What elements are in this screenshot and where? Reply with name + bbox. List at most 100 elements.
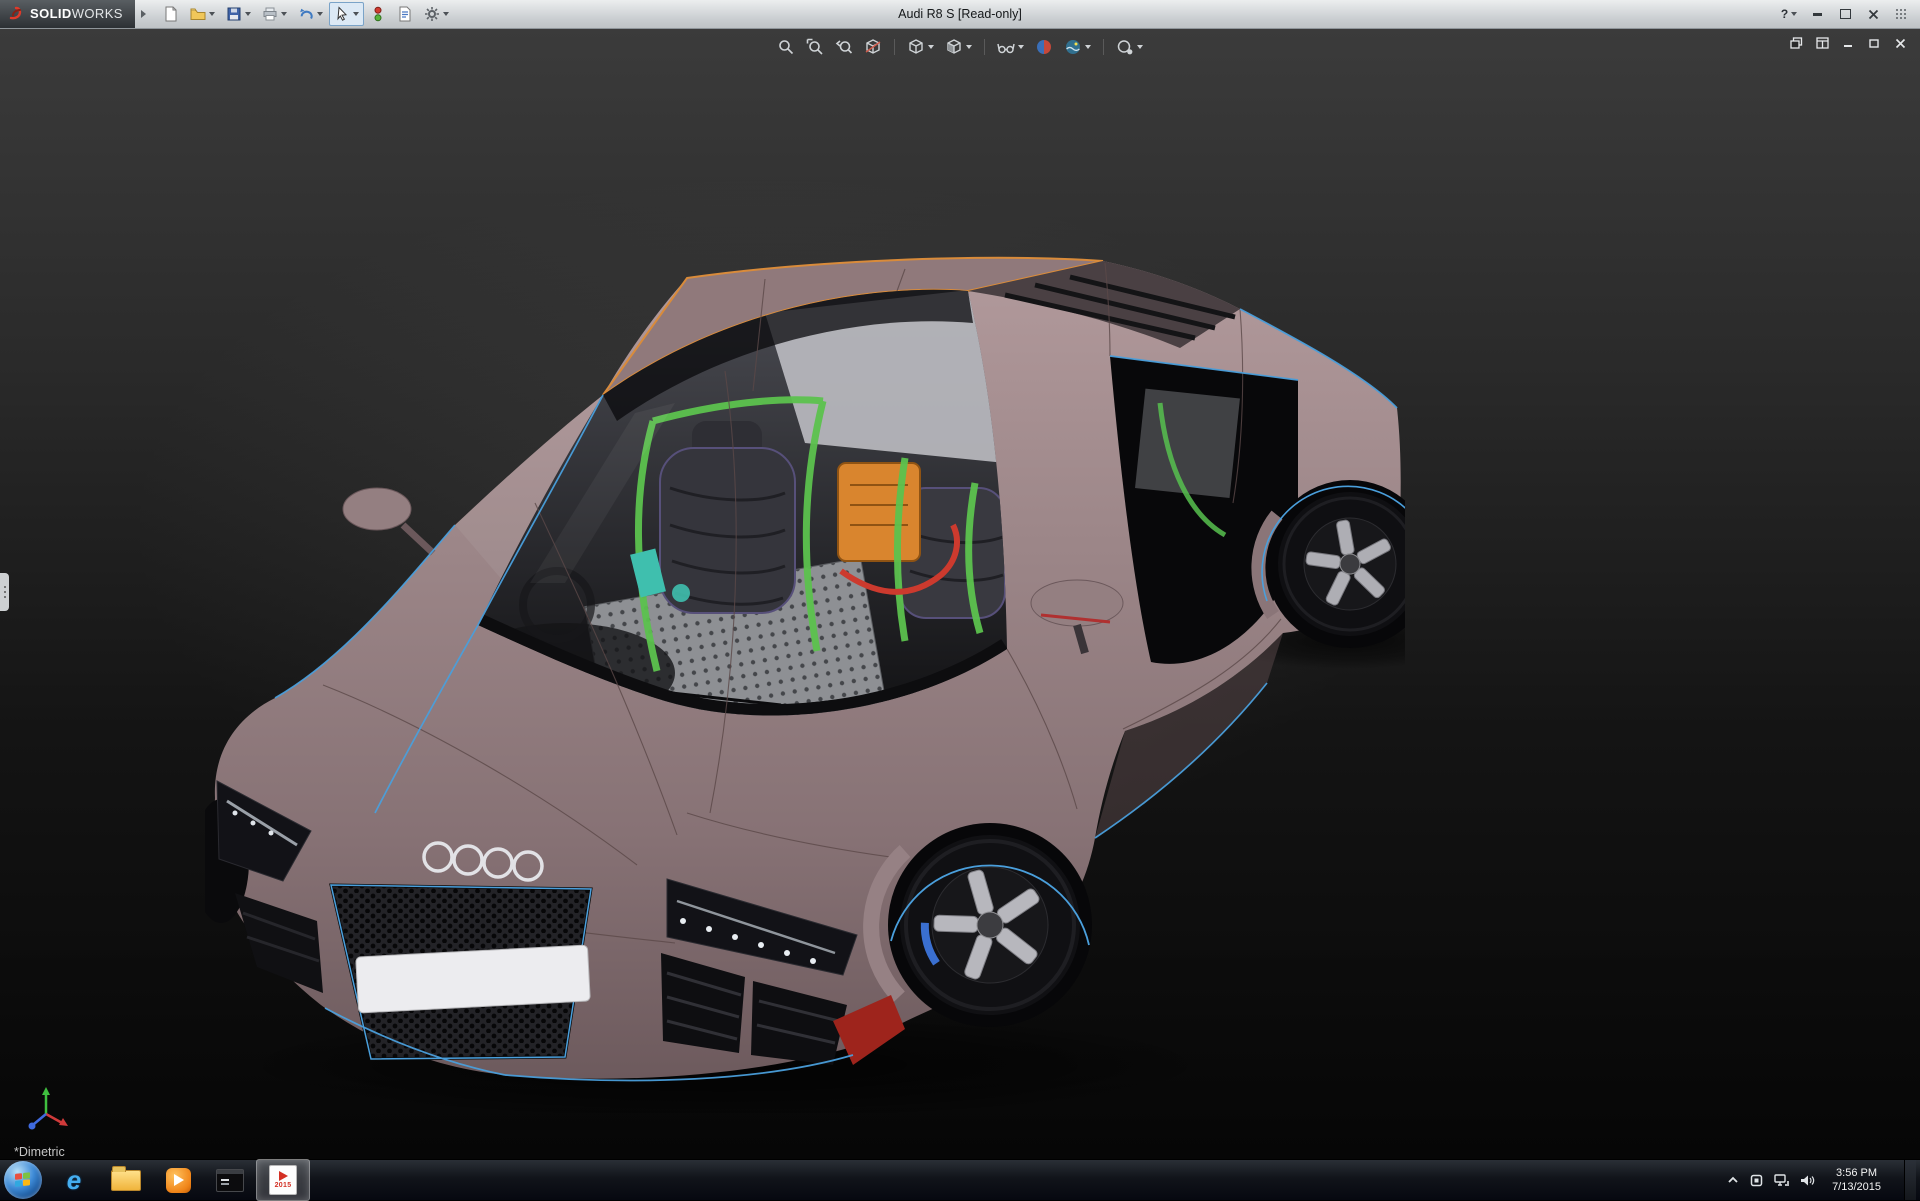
apply-scene-button[interactable] xyxy=(1060,35,1095,59)
volume-button[interactable] xyxy=(1800,1174,1815,1187)
select-button[interactable] xyxy=(329,2,364,26)
license-plate[interactable] xyxy=(356,945,591,1013)
file-properties-button[interactable] xyxy=(392,2,418,26)
car-model[interactable] xyxy=(205,253,1405,1113)
media-player-icon xyxy=(166,1168,191,1193)
undo-button[interactable] xyxy=(293,2,328,26)
internet-explorer-icon: e xyxy=(67,1167,81,1193)
command-prompt-icon xyxy=(216,1169,244,1192)
tile-window-button[interactable] xyxy=(1812,34,1832,52)
apply-scene-icon xyxy=(1064,38,1082,56)
print-dropdown-icon[interactable] xyxy=(281,12,287,16)
select-dropdown-icon[interactable] xyxy=(353,12,359,16)
quick-access-options-button[interactable] xyxy=(1888,4,1914,24)
network-button[interactable] xyxy=(1774,1174,1789,1187)
restore-button[interactable] xyxy=(1832,4,1858,24)
window-title: Audi R8 S [Read-only] xyxy=(898,7,1022,21)
view-settings-dropdown-icon[interactable] xyxy=(1137,45,1143,49)
view-orientation-button[interactable] xyxy=(903,35,938,59)
view-orientation-cube-icon xyxy=(907,38,925,56)
rebuild-button[interactable] xyxy=(365,2,391,26)
new-document-button[interactable] xyxy=(158,2,184,26)
toolbar-separator xyxy=(894,39,895,55)
network-icon xyxy=(1774,1174,1789,1187)
reference-triad-icon xyxy=(26,1084,74,1134)
solidworks-year-label: 2015 xyxy=(275,1182,292,1189)
windows-flag-icon xyxy=(15,1172,31,1188)
help-button[interactable]: ? xyxy=(1776,4,1802,24)
taskbar-command-prompt[interactable] xyxy=(204,1160,256,1200)
feature-manager-collapsed-handle[interactable] xyxy=(0,573,9,611)
graphics-viewport[interactable]: *Dimetric xyxy=(0,28,1920,1160)
close-button[interactable] xyxy=(1860,4,1886,24)
help-dropdown-icon[interactable] xyxy=(1791,12,1797,16)
taskbar-media-player[interactable] xyxy=(152,1160,204,1200)
previous-view-icon xyxy=(835,38,853,56)
close-document-icon xyxy=(1895,38,1906,49)
save-button[interactable] xyxy=(221,2,256,26)
hide-show-dropdown-icon[interactable] xyxy=(1018,45,1024,49)
minimize-document-button[interactable] xyxy=(1838,34,1858,52)
rebuild-icon xyxy=(370,6,386,22)
model-region[interactable] xyxy=(205,253,1405,1113)
show-desktop-button[interactable] xyxy=(1904,1160,1916,1200)
minimize-button[interactable] xyxy=(1804,4,1830,24)
undo-dropdown-icon[interactable] xyxy=(317,12,323,16)
section-view-button[interactable] xyxy=(860,35,886,59)
cascade-window-button[interactable] xyxy=(1786,34,1806,52)
hide-show-items-button[interactable] xyxy=(993,35,1028,59)
solidworks-application: { "window": { "title": "Audi R8 S [Read-… xyxy=(0,0,1920,1200)
open-dropdown-icon[interactable] xyxy=(209,12,215,16)
options-button[interactable] xyxy=(419,2,454,26)
display-style-dropdown-icon[interactable] xyxy=(966,45,972,49)
close-icon xyxy=(1868,9,1879,20)
select-cursor-icon xyxy=(334,6,350,22)
open-folder-icon xyxy=(190,6,206,22)
windows-taskbar: e 2015 3:56 PM 7/13/2015 xyxy=(0,1159,1920,1200)
restore-icon xyxy=(1840,9,1851,19)
zoom-to-area-button[interactable] xyxy=(802,35,828,59)
title-bar: SOLIDWORKS xyxy=(0,0,1920,29)
options-dropdown-icon[interactable] xyxy=(443,12,449,16)
view-settings-button[interactable] xyxy=(1112,35,1147,59)
restore-document-button[interactable] xyxy=(1864,34,1884,52)
show-hidden-icons-button[interactable] xyxy=(1727,1175,1739,1185)
solidworks-app-icon: 2015 xyxy=(269,1165,297,1195)
minimize-icon xyxy=(1813,13,1822,16)
clock-date: 7/13/2015 xyxy=(1832,1180,1881,1194)
quick-access-grid-icon xyxy=(1896,9,1906,19)
folder-icon xyxy=(111,1170,141,1191)
print-button[interactable] xyxy=(257,2,292,26)
display-style-icon xyxy=(945,38,963,56)
taskbar-clock[interactable]: 3:56 PM 7/13/2015 xyxy=(1826,1166,1887,1195)
minimize-document-icon xyxy=(1843,38,1854,48)
left-mirror[interactable] xyxy=(343,488,433,553)
system-tray: 3:56 PM 7/13/2015 xyxy=(1727,1160,1920,1200)
view-orientation-dropdown-icon[interactable] xyxy=(928,45,934,49)
tray-app-button[interactable] xyxy=(1750,1174,1763,1187)
file-toolbar xyxy=(158,2,454,26)
apply-scene-dropdown-icon[interactable] xyxy=(1085,45,1091,49)
menu-expand-chevron-icon[interactable] xyxy=(141,10,146,18)
edit-appearance-button[interactable] xyxy=(1031,35,1057,59)
zoom-to-fit-icon xyxy=(777,38,795,56)
save-floppy-icon xyxy=(226,6,242,22)
edit-appearance-ball-icon xyxy=(1035,38,1053,56)
save-dropdown-icon[interactable] xyxy=(245,12,251,16)
undo-arrow-icon xyxy=(298,6,314,22)
tile-window-icon xyxy=(1816,37,1829,49)
taskbar-solidworks[interactable]: 2015 xyxy=(256,1159,310,1201)
new-document-icon xyxy=(163,6,179,22)
display-style-button[interactable] xyxy=(941,35,976,59)
start-button[interactable] xyxy=(4,1161,42,1199)
close-document-button[interactable] xyxy=(1890,34,1910,52)
file-properties-icon xyxy=(397,6,413,22)
help-icon: ? xyxy=(1781,7,1788,21)
zoom-to-area-icon xyxy=(806,38,824,56)
tray-app-icon xyxy=(1750,1174,1763,1187)
previous-view-button[interactable] xyxy=(831,35,857,59)
zoom-to-fit-button[interactable] xyxy=(773,35,799,59)
taskbar-internet-explorer[interactable]: e xyxy=(48,1160,100,1200)
taskbar-file-explorer[interactable] xyxy=(100,1160,152,1200)
open-button[interactable] xyxy=(185,2,220,26)
